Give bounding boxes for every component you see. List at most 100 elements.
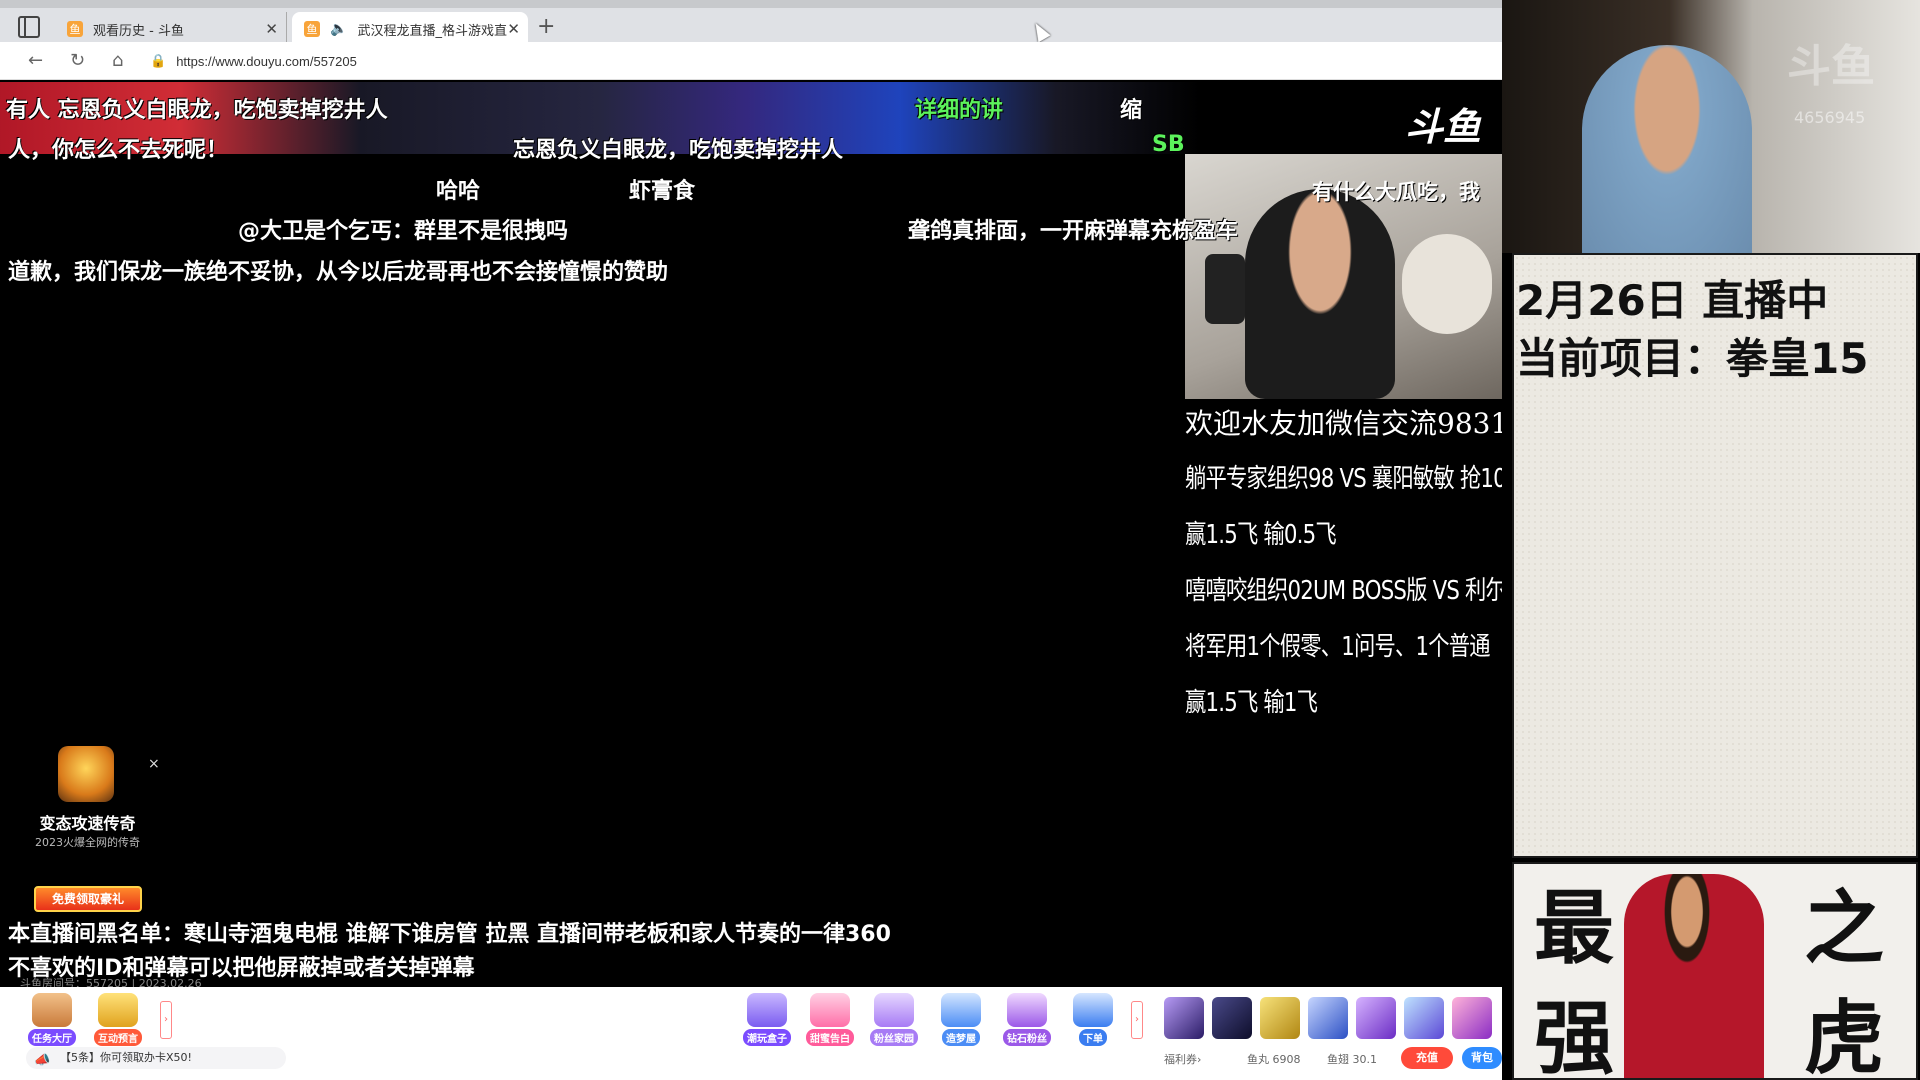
heart-icon — [810, 993, 850, 1027]
dream-house-button[interactable]: 造梦屋 — [933, 993, 989, 1046]
fish-ball-count: 鱼丸 6908 — [1247, 1053, 1301, 1066]
tab-history[interactable]: 鱼 观看历史 - 斗鱼 ✕ — [55, 12, 287, 46]
address-bar: ← ↻ ⌂ 🔒 https://www.douyu.com/557205 — [0, 42, 1502, 80]
danmu-comment: 忘恩负义白眼龙，吃饱卖掉挖井人 — [513, 138, 844, 163]
gift-item[interactable] — [1452, 997, 1492, 1039]
streamer-figure — [1245, 189, 1395, 399]
plush-cat — [1402, 234, 1492, 334]
schedule-board: 2月26日 直播中 当前项目：拳皇15 — [1512, 253, 1918, 858]
claim-gift-button[interactable]: 免费领取豪礼 — [34, 886, 142, 912]
expand-chevron-icon[interactable]: › — [1131, 1001, 1143, 1039]
ad-subtitle: 2023火爆全网的传奇 — [35, 836, 140, 849]
danmu-comment: 虾膏食 — [629, 179, 696, 204]
notice-bar[interactable]: 📣 【5条】你可领取办卡X50! — [26, 1047, 286, 1069]
mouse-cursor-icon — [1029, 19, 1051, 43]
overlay-line: 将军用1个假零、1问号、1个普通 — [1185, 632, 1491, 662]
danmu-comment: 道歉，我们保龙一族绝不妥协，从今以后龙哥再也不会接憧憬的赞助 — [8, 260, 669, 285]
home-icon[interactable]: ⌂ — [112, 50, 123, 71]
overlay-line: 赢1.5飞 输1飞 — [1185, 688, 1318, 718]
gift-item[interactable] — [1308, 997, 1348, 1039]
fan-home-button[interactable]: 粉丝家园 — [866, 993, 922, 1046]
bottom-toolbar: 任务大厅 互动预言 › 潮玩盒子 甜蜜告白 粉丝家园 造梦屋 钻石粉丝 下单 ›… — [0, 987, 1502, 1080]
reload-icon[interactable]: ↻ — [70, 50, 85, 71]
order-button[interactable]: 下单 — [1065, 993, 1121, 1046]
ad-title: 变态攻速传奇 — [39, 814, 136, 833]
back-arrow-icon[interactable]: ← — [28, 50, 43, 71]
gift-item[interactable] — [1164, 997, 1204, 1039]
gift-item[interactable] — [1404, 997, 1444, 1039]
expand-chevron-icon[interactable]: › — [160, 1001, 172, 1039]
fan-home-icon — [874, 993, 914, 1027]
art-calligraphy: 虎 — [1804, 991, 1884, 1080]
game-art-banner: 最 之 强 虎 — [1512, 862, 1918, 1080]
room-number: 斗鱼房间号：557205 | 2023.02.26 — [20, 977, 202, 987]
current-game-line: 当前项目：拳皇15 — [1516, 334, 1869, 383]
toy-box-button[interactable]: 潮玩盒子 — [739, 993, 795, 1046]
close-icon[interactable]: × — [148, 756, 160, 772]
toolbar-label: 下单 — [1079, 1029, 1107, 1046]
toolbar-label: 潮玩盒子 — [743, 1029, 791, 1046]
toolbar-label: 任务大厅 — [28, 1029, 76, 1046]
danmu-comment: 缩 — [1120, 98, 1143, 123]
gift-item[interactable] — [1356, 997, 1396, 1039]
megaphone-icon: 📣 — [34, 1053, 51, 1068]
overlay-line: 赢1.5飞 输0.5飞 — [1185, 520, 1337, 550]
danmu-comment: 哈哈 — [436, 179, 481, 204]
speaker-icon[interactable]: 🔈 — [330, 21, 347, 37]
lock-icon: 🔒 — [150, 53, 167, 69]
blacklist-notice: 本直播间黑名单：寒山寺酒鬼电棍 谁解下谁房管 拉黑 直播间带老板和家人节奏的一律… — [8, 922, 891, 947]
stream-info-overlay: 欢迎水友加微信交流98318( 躺平专家组织98 VS 襄阳敏敏 抢10 赢1.… — [1185, 402, 1502, 738]
danmu-comment: 有什么大瓜吃，我 — [1312, 180, 1480, 204]
microphone — [1205, 254, 1245, 324]
live-date-line: 2月26日 直播中 — [1516, 276, 1829, 325]
order-icon — [1073, 993, 1113, 1027]
douyu-favicon-icon: 鱼 — [67, 21, 83, 37]
gift-item[interactable] — [1212, 997, 1252, 1039]
art-calligraphy: 最 — [1534, 881, 1614, 975]
backpack-button[interactable]: 背包 — [1462, 1047, 1502, 1069]
notice-text: 【5条】你可领取办卡X50! — [60, 1051, 192, 1064]
game-ad-popup[interactable]: × 变态攻速传奇 2023火爆全网的传奇 免费领取豪礼 — [20, 746, 160, 916]
new-tab-plus-icon[interactable]: + — [537, 14, 555, 39]
diamond-icon — [1007, 993, 1047, 1027]
art-calligraphy: 强 — [1534, 991, 1614, 1080]
overlay-line: 欢迎水友加微信交流98318( — [1185, 407, 1502, 440]
danmu-comment: 人，你怎么不去死呢！ — [8, 138, 229, 163]
url-field[interactable]: 🔒 https://www.douyu.com/557205 — [150, 47, 1490, 75]
tab-label: 武汉程龙直播_格斗游戏直播 — [357, 23, 508, 39]
danmu-comment: 有人 忘恩负义白眼龙，吃饱卖掉挖井人 — [6, 98, 388, 123]
prediction-button[interactable]: 互动预言 — [90, 993, 146, 1046]
close-icon[interactable]: ✕ — [265, 20, 278, 38]
danmu-comment: SB — [1152, 132, 1185, 157]
trophy-icon — [98, 993, 138, 1027]
douyu-favicon-icon: 鱼 — [304, 21, 320, 37]
diamond-fan-button[interactable]: 钻石粉丝 — [999, 993, 1055, 1046]
toolbar-label: 钻石粉丝 — [1003, 1029, 1051, 1046]
danmu-comment: 聋鸽真排面，一开麻弹幕充栋盈车 — [908, 219, 1239, 244]
task-hall-button[interactable]: 任务大厅 — [24, 993, 80, 1046]
streamer-figure — [1582, 45, 1752, 253]
video-player[interactable]: 斗鱼 有人 忘恩负义白眼龙，吃饱卖掉挖井人 详细的讲 缩 人，你怎么不去死呢！ … — [0, 82, 1502, 987]
toolbar-label: 甜蜜告白 — [806, 1029, 854, 1046]
toolbar-label: 粉丝家园 — [870, 1029, 918, 1046]
art-calligraphy: 之 — [1804, 881, 1884, 975]
side-webcam: 斗鱼 4656945 — [1502, 0, 1920, 253]
tab-actions-icon[interactable] — [18, 16, 40, 38]
danmu-comment: @大卫是个乞丐：群里不是很拽吗 — [238, 219, 569, 244]
gift-item[interactable] — [1260, 997, 1300, 1039]
close-icon[interactable]: ✕ — [507, 20, 520, 38]
douyu-watermark-logo: 斗鱼 — [1405, 104, 1482, 149]
sweet-confession-button[interactable]: 甜蜜告白 — [802, 993, 858, 1046]
welfare-coupon-link[interactable]: 福利券› — [1164, 1051, 1201, 1067]
streamer-webcam: 有什么大瓜吃，我 — [1185, 154, 1502, 399]
tab-label: 观看历史 - 斗鱼 — [93, 23, 184, 39]
browser-window: 鱼 观看历史 - 斗鱼 ✕ 鱼 🔈 武汉程龙直播_格斗游戏直播 ✕ + ← ↻ … — [0, 0, 1502, 1080]
recharge-button[interactable]: 充值 — [1401, 1047, 1453, 1069]
danmu-comment: 详细的讲 — [915, 98, 1004, 123]
overlay-line: 嘻嘻咬组织02UM BOSS版 VS 利尔德将军 抢1 — [1185, 576, 1502, 606]
game-icon[interactable] — [58, 746, 114, 802]
dream-house-icon — [941, 993, 981, 1027]
tab-live-stream[interactable]: 鱼 🔈 武汉程龙直播_格斗游戏直播 ✕ — [292, 12, 528, 46]
overlay-line: 躺平专家组织98 VS 襄阳敏敏 抢10 — [1185, 464, 1502, 494]
fighter-character — [1624, 874, 1764, 1078]
